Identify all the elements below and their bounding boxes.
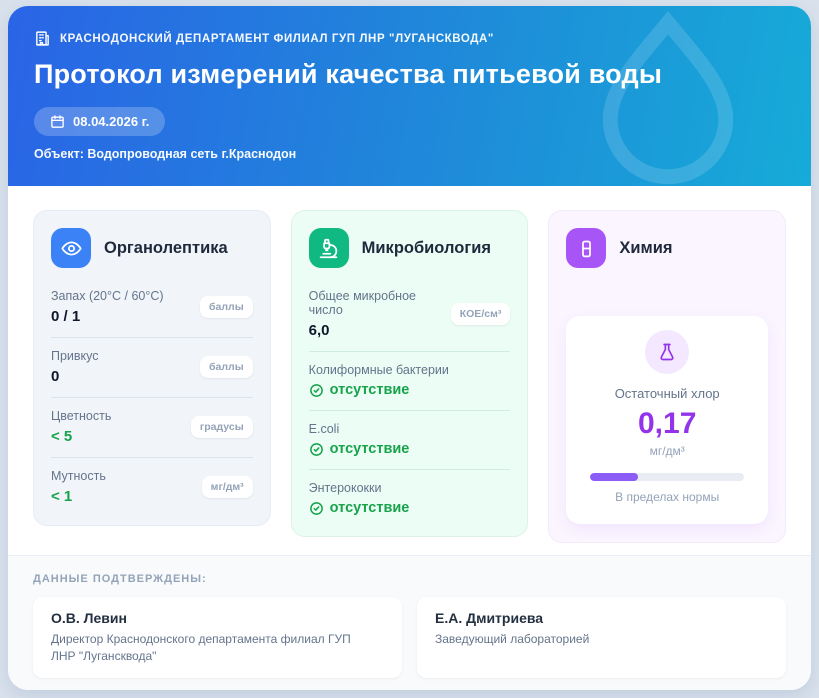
date-badge: 08.04.2026 г. — [34, 107, 165, 136]
check-circle-icon — [309, 442, 324, 457]
unit-badge: градусы — [191, 416, 253, 438]
protocol-document: КРАСНОДОНСКИЙ ДЕПАРТАМЕНТ ФИЛИАЛ ГУП ЛНР… — [8, 6, 811, 690]
chlorine-label: Остаточный хлор — [582, 386, 752, 401]
metric-row-turbidity: Мутность < 1 мг/дм³ — [51, 458, 253, 517]
card-microbiology: Микробиология Общее микробное число 6,0 … — [291, 210, 529, 537]
building-icon — [34, 30, 51, 47]
chlorine-value: 0,17 — [582, 408, 752, 440]
chlorine-progress-fill — [590, 473, 638, 481]
unit-badge: мг/дм³ — [202, 476, 253, 498]
metric-value: 0 — [51, 368, 99, 385]
org-name: КРАСНОДОНСКИЙ ДЕПАРТАМЕНТ ФИЛИАЛ ГУП ЛНР… — [60, 33, 494, 45]
signatory-role: Заведующий лабораторией — [435, 631, 735, 648]
metric-row-coliform: Колиформные бактерии отсутствие — [309, 352, 511, 411]
metric-value: 0 / 1 — [51, 308, 164, 325]
card-title-organoleptics: Органолептика — [104, 239, 228, 258]
metric-value: отсутствие — [330, 441, 410, 457]
chlorine-metric-card: Остаточный хлор 0,17 мг/дм³ В пределах н… — [566, 316, 768, 524]
chlorine-unit: мг/дм³ — [582, 444, 752, 458]
signatures-section: ДАННЫЕ ПОДТВЕРЖДЕНЫ: О.В. Левин Директор… — [8, 555, 811, 691]
signatory-name: Е.А. Дмитриева — [435, 610, 768, 626]
metric-label: Цветность — [51, 409, 111, 423]
metric-value: отсутствие — [330, 382, 410, 398]
chlorine-progress-bar — [590, 473, 744, 481]
metric-label: Энтерококки — [309, 481, 410, 495]
signatures-heading: ДАННЫЕ ПОДТВЕРЖДЕНЫ: — [33, 573, 786, 585]
eye-icon — [51, 228, 91, 268]
flask-icon — [645, 330, 689, 374]
card-title-chemistry: Химия — [619, 239, 672, 258]
metric-row-smell: Запах (20°C / 60°C) 0 / 1 баллы — [51, 278, 253, 338]
check-circle-icon — [309, 501, 324, 516]
signature-card-lab-head: Е.А. Дмитриева Заведующий лабораторией — [417, 597, 786, 679]
metric-label: Привкус — [51, 349, 99, 363]
metric-label: Запах (20°C / 60°C) — [51, 289, 164, 303]
check-circle-icon — [309, 383, 324, 398]
signature-card-director: О.В. Левин Директор Краснодонского депар… — [33, 597, 402, 679]
metrics-section: Органолептика Запах (20°C / 60°C) 0 / 1 … — [8, 186, 811, 555]
signatory-name: О.В. Левин — [51, 610, 384, 626]
metric-value: < 1 — [51, 488, 106, 505]
metric-row-taste: Привкус 0 баллы — [51, 338, 253, 398]
metric-label: Колиформные бактерии — [309, 363, 449, 377]
card-organoleptics: Органолептика Запах (20°C / 60°C) 0 / 1 … — [33, 210, 271, 526]
metric-value: < 5 — [51, 428, 111, 445]
object-line: Объект: Водопроводная сеть г.Краснодон — [34, 147, 785, 161]
metric-label: E.coli — [309, 422, 410, 436]
metric-label: Мутность — [51, 469, 106, 483]
calendar-icon — [50, 114, 65, 129]
signatory-role: Директор Краснодонского департамента фил… — [51, 631, 351, 666]
unit-badge: баллы — [200, 356, 253, 378]
header-banner: КРАСНОДОНСКИЙ ДЕПАРТАМЕНТ ФИЛИАЛ ГУП ЛНР… — [8, 6, 811, 186]
date-value: 08.04.2026 г. — [73, 114, 149, 129]
metric-value: 6,0 — [309, 322, 443, 339]
unit-badge: КОЕ/см³ — [451, 303, 511, 325]
microscope-icon — [309, 228, 349, 268]
page-title: Протокол измерений качества питьевой вод… — [34, 59, 785, 90]
metric-label: Общее микробное число — [309, 289, 443, 317]
card-chemistry: Химия Остаточный хлор 0,17 мг/дм³ В пред… — [548, 210, 786, 543]
metric-row-enterococci: Энтерококки отсутствие — [309, 470, 511, 528]
metric-value: отсутствие — [330, 500, 410, 516]
metric-row-microbial-count: Общее микробное число 6,0 КОЕ/см³ — [309, 278, 511, 352]
metric-row-color: Цветность < 5 градусы — [51, 398, 253, 458]
unit-badge: баллы — [200, 296, 253, 318]
card-title-microbiology: Микробиология — [362, 239, 491, 258]
beaker-icon — [566, 228, 606, 268]
metric-row-ecoli: E.coli отсутствие — [309, 411, 511, 470]
chlorine-status: В пределах нормы — [582, 490, 752, 504]
